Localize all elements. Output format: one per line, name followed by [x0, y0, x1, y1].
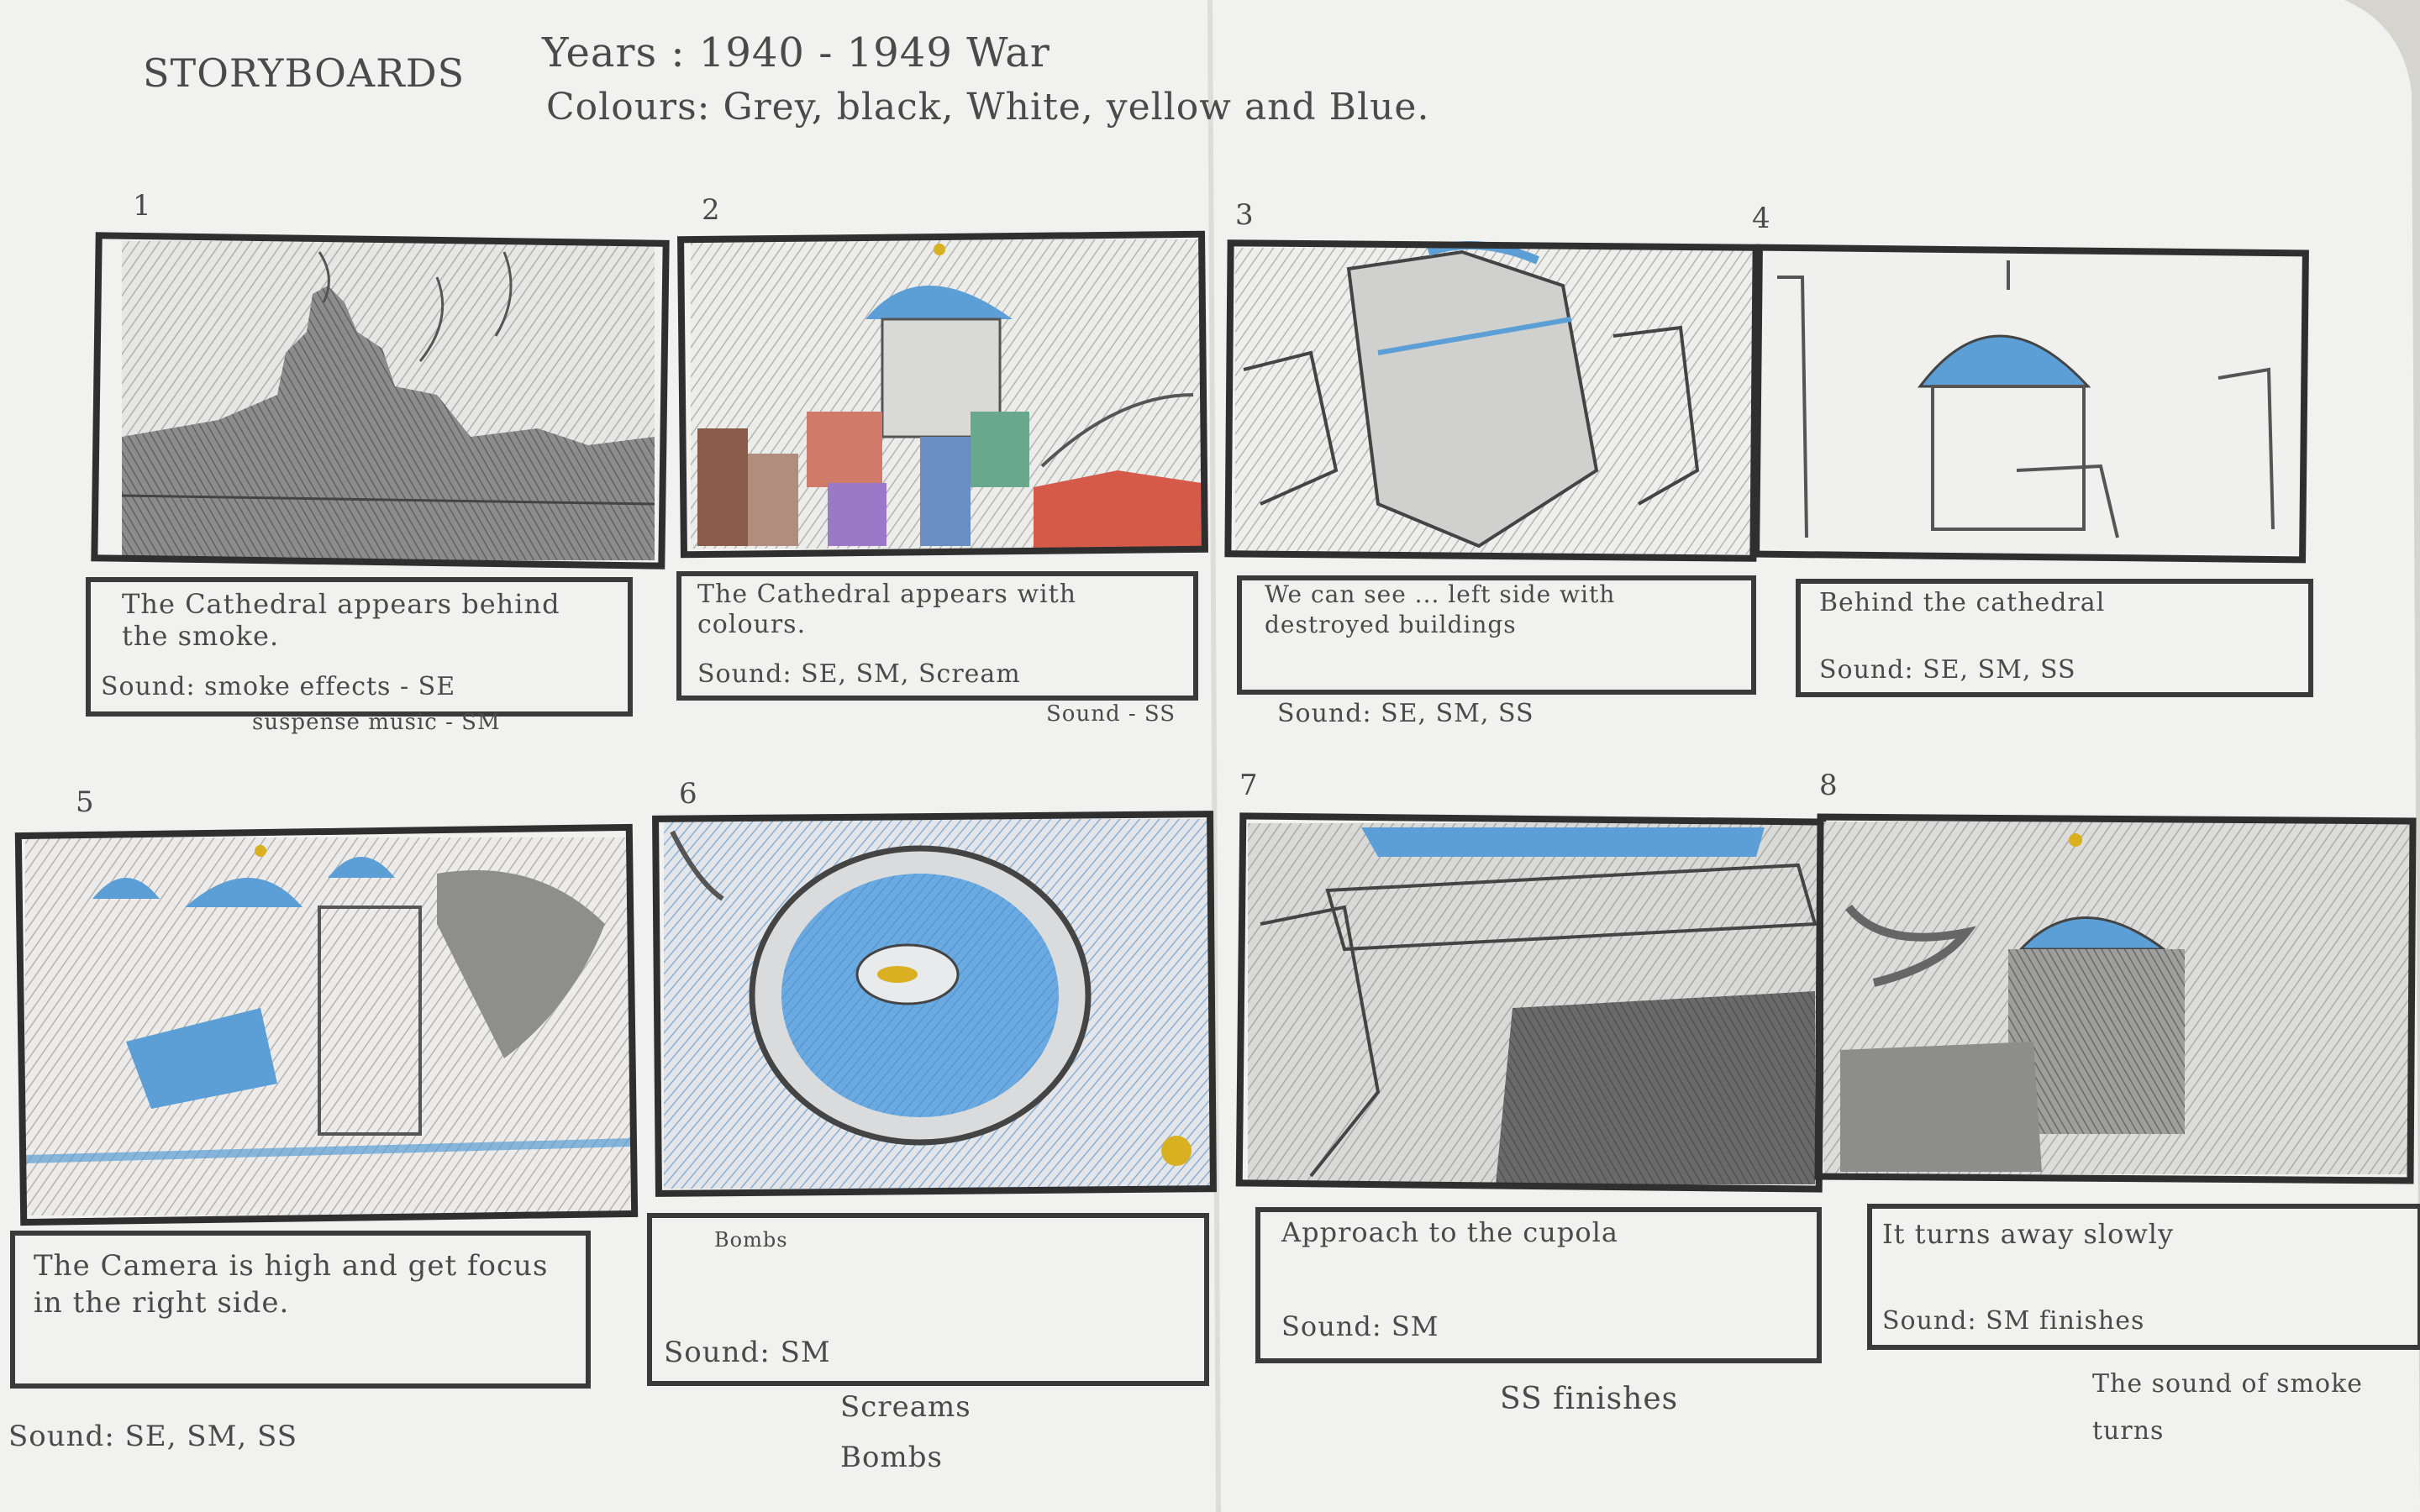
- panel-8-sound: Sound: SM finishes: [1882, 1306, 2145, 1336]
- colours-line: Colours: Grey, black, White, yellow and …: [546, 86, 1430, 129]
- panel-2-drawing: [691, 239, 1202, 549]
- panel-6-caption: Bombs: [714, 1228, 788, 1252]
- panel-5-caption: The Camera is high and get focus in the …: [34, 1249, 549, 1320]
- panel-6-sound: Sound: SM: [664, 1336, 831, 1369]
- panel-number: 4: [1752, 202, 1771, 235]
- panel-2-extra: Sound - SS: [1046, 701, 1176, 727]
- panel-number: 2: [702, 193, 721, 227]
- panel-3-drawing: [1235, 241, 1752, 554]
- panel-number: 3: [1235, 198, 1255, 232]
- panel-7-sound: Sound: SM: [1281, 1310, 1439, 1342]
- panel-3-extra: Sound: SE, SM, SS: [1277, 699, 1534, 728]
- panel-4-caption: Behind the cathedral: [1819, 588, 2106, 617]
- panel-number: 5: [76, 785, 95, 819]
- panel-1-drawing: [121, 241, 655, 560]
- panel-6-drawing: [664, 819, 1210, 1189]
- panel-8-extra: The sound of smoke turns: [2092, 1369, 2363, 1446]
- panel-7-extra: SS finishes: [1500, 1382, 1679, 1416]
- panel-3-caption: We can see ... left side with destroyed …: [1265, 580, 1616, 638]
- panel-1-caption: The Cathedral appears behind the smoke.: [122, 588, 560, 652]
- panel-7-caption: Approach to the cupola: [1281, 1216, 1618, 1248]
- storyboard-photo: STORYBOARDS Years : 1940 - 1949 War Colo…: [0, 0, 2420, 1512]
- panel-number: 1: [133, 189, 152, 223]
- panel-7-drawing: [1248, 823, 1819, 1184]
- panel-4-sound: Sound: SE, SM, SS: [1819, 655, 2076, 685]
- panel-4-drawing: [1765, 252, 2302, 554]
- panel-6-extra: Screams Bombs: [840, 1390, 971, 1474]
- panel-number: 8: [1819, 769, 1839, 802]
- panel-number: 7: [1239, 769, 1259, 802]
- panel-2-sound: Sound: SE, SM, Scream: [697, 659, 1021, 689]
- panel-number: 6: [679, 777, 698, 811]
- storyboard-title: STORYBOARDS: [143, 50, 466, 96]
- panel-5-extra: Sound: SE, SM, SS: [8, 1420, 298, 1453]
- panel-8-drawing: [1823, 822, 2412, 1174]
- panel-2-caption: The Cathedral appears with colours.: [697, 580, 1077, 639]
- panel-1-sound: Sound: smoke effects - SE: [101, 672, 456, 701]
- panel-5-drawing: [24, 837, 631, 1215]
- panel-1-extra: suspense music - SM: [252, 710, 501, 735]
- panel-8-caption: It turns away slowly: [1882, 1218, 2175, 1250]
- years-line: Years : 1940 - 1949 War: [542, 29, 1050, 76]
